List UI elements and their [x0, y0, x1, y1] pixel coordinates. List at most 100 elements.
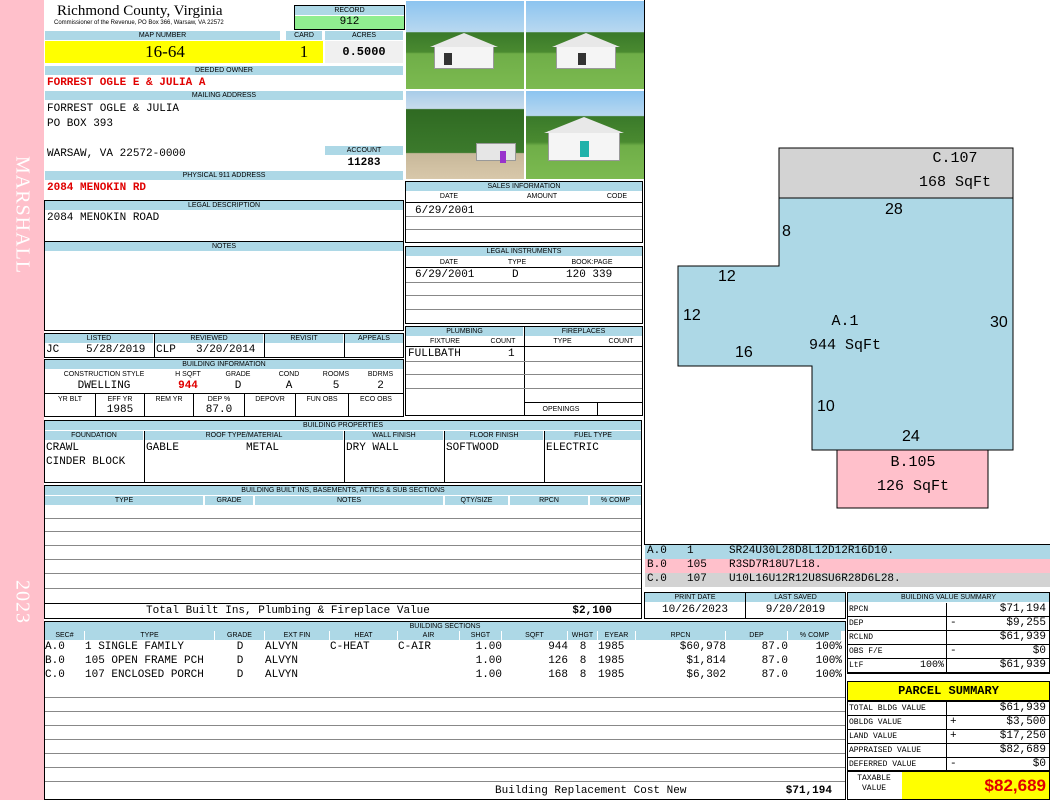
funobs-header: FUN OBS: [306, 396, 338, 403]
sketch-dim-10: 10: [817, 398, 835, 415]
section-row-0-col-8: 8: [579, 641, 587, 653]
effyr-header: EFF YR: [107, 396, 133, 403]
vector-row: C.0 107 U10L16U12R12U8SU6R28D6L28.: [645, 573, 1050, 587]
section-row-0-col-3: ALVYN: [265, 641, 299, 653]
property-photo-2: [526, 1, 644, 89]
county-name: Richmond County, Virginia: [57, 3, 223, 19]
value-summary-value: $61,939: [999, 659, 1046, 671]
replacement-cost-value: $71,194: [785, 785, 832, 797]
section-row-2-col-6: 1.00: [475, 669, 502, 681]
sketch-dim-8: 8: [782, 223, 791, 240]
card-label: CARD: [286, 31, 322, 40]
property-photo-3: [406, 91, 524, 179]
deeded-owner-value: FORREST OGLE E & JULIA A: [47, 77, 206, 89]
map-number-label: MAP NUMBER: [45, 31, 280, 40]
value-summary-label: RCLND: [849, 633, 874, 642]
vector-row: B.0 105 R3SD7R18U7L18.: [645, 559, 1050, 573]
sketch-dim-30: 30: [990, 314, 1008, 331]
sections-header-9: EYEAR: [598, 631, 635, 640]
section-row-0-col-5: C-AIR: [398, 641, 432, 653]
property-photo-1: [406, 1, 524, 89]
acres-value: 0.5000: [325, 41, 403, 63]
plumbing-fixture-header: FIXTURE: [430, 338, 460, 345]
taxable-label-2: VALUE: [861, 784, 886, 793]
sections-header-3: EXT FIN: [265, 631, 329, 640]
fireplaces-type-header: TYPE: [553, 338, 572, 345]
fireplaces-title: FIREPLACES: [525, 327, 642, 336]
property-photo-4: [526, 91, 644, 179]
roof-header: ROOF TYPE/MATERIAL: [145, 431, 343, 440]
section-row-2-col-11: 87.0: [761, 669, 788, 681]
sections-header-4: HEAT: [330, 631, 397, 640]
section-row-0-col-12: 100%: [815, 641, 842, 653]
sections-header-6: SHGT: [460, 631, 501, 640]
district-sidebar: MARSHALL 2023: [0, 0, 44, 800]
replacement-cost-label: Building Replacement Cost New: [495, 785, 687, 797]
building-information-title: BUILDING INFORMATION: [45, 360, 403, 369]
listed-header: LISTED: [45, 334, 153, 343]
deeded-owner-label: DEEDED OWNER: [45, 66, 403, 75]
value-summary-value: $71,194: [999, 603, 1046, 615]
building-sections-title: BUILDING SECTIONS: [45, 622, 845, 631]
section-row-1-col-6: 1.00: [475, 655, 502, 667]
instruments-type-value: D: [512, 269, 519, 281]
instruments-date-value: 6/29/2001: [415, 269, 475, 281]
remyr-header: REM YR: [155, 396, 183, 403]
record-value: 912: [295, 16, 404, 29]
section-row-1-col-12: 100%: [815, 655, 842, 667]
section-row-2-col-0: C.0: [45, 669, 65, 681]
vector-num: 107: [687, 573, 707, 585]
sketch-c-area: 168 SqFt: [918, 174, 991, 191]
account-value: 11283: [347, 157, 381, 169]
depovr-header: DEPOVR: [255, 396, 285, 403]
section-row-2-col-12: 100%: [815, 669, 842, 681]
section-row-1-col-10: $1,814: [686, 655, 726, 667]
fuel-type-value: ELECTRIC: [546, 442, 599, 454]
dep-value: 87.0: [205, 404, 233, 416]
plumbing-fixture-value: FULLBATH: [408, 348, 461, 360]
map-number-value: 16-64: [45, 41, 285, 63]
floor-finish-header: FLOOR FINISH: [445, 431, 543, 440]
builtins-comp-header: % COMP: [590, 496, 641, 505]
physical-address-label: PHYSICAL 911 ADDRESS: [45, 171, 403, 180]
section-row-0-col-7: 944: [548, 641, 568, 653]
fireplaces-count-header: COUNT: [608, 338, 634, 345]
vector-sec: A.0: [647, 545, 667, 557]
mailing-line2: PO BOX 393: [47, 118, 114, 130]
sections-header-12: % COMP: [788, 631, 841, 640]
card-value: 1: [285, 41, 323, 63]
sections-header-7: SQFT: [502, 631, 567, 640]
builtins-total-value: $2,100: [572, 605, 612, 617]
value-summary-value: $9,255: [1006, 617, 1046, 629]
rooms-value: 5: [332, 380, 340, 392]
legal-description-value: 2084 MENOKIN ROAD: [47, 212, 160, 224]
cond-value: A: [285, 380, 293, 392]
building-properties-title: BUILDING PROPERTIES: [45, 421, 641, 430]
vector-sec: C.0: [647, 573, 667, 585]
section-row-2-col-9: 1985: [598, 669, 625, 681]
reviewed-header: REVIEWED: [155, 334, 263, 343]
section-row-2-col-1: 107 ENCLOSED PORCH: [85, 669, 204, 681]
sections-header-5: AIR: [398, 631, 459, 640]
mailing-line3: WARSAW, VA 22572-0000: [47, 148, 186, 160]
value-summary-sign: -: [950, 617, 957, 629]
sketch-c-label: C.107: [932, 150, 978, 167]
sections-header-0: SEC#: [45, 631, 84, 640]
revisit-header: REVISIT: [265, 334, 343, 343]
sections-header-10: RPCN: [636, 631, 725, 640]
building-sketch: [677, 147, 1014, 509]
parcel-summary-title: PARCEL SUMMARY: [847, 681, 1050, 701]
record-label: RECORD: [295, 6, 404, 15]
section-row-1-col-7: 126: [548, 655, 568, 667]
instruments-book-value: 120 339: [566, 269, 613, 281]
reviewed-by: CLP: [156, 344, 176, 356]
legal-instruments-title: LEGAL INSTRUMENTS: [406, 247, 642, 256]
value-summary-pct: 100%: [919, 660, 944, 671]
hsqft-value: 944: [178, 380, 198, 392]
section-row-0-col-1: 1 SINGLE FAMILY: [85, 641, 185, 653]
vector-row: A.0 1 SR24U30L28D8L12D12R16D10.: [645, 545, 1050, 559]
plumbing-count-header: COUNT: [490, 338, 516, 345]
wall-finish-header: WALL FINISH: [345, 431, 443, 440]
taxable-label-1: TAXABLE: [857, 774, 891, 783]
vector-code: SR24U30L28D8L12D12R16D10.: [729, 545, 895, 557]
